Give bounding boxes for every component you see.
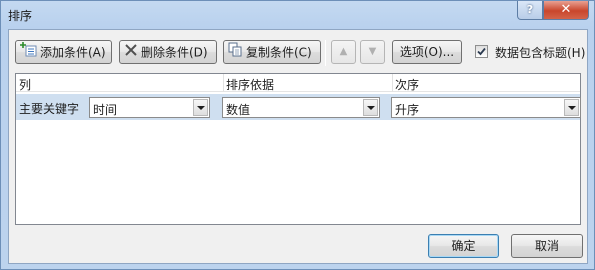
header-checkbox-label: 数据包含标题(H) — [495, 46, 586, 60]
sort-levels-grid: 列 排序依据 次序 主要关键字 时间 数值 升序 — [15, 73, 581, 225]
table-row[interactable]: 主要关键字 时间 数值 升序 — [16, 94, 581, 120]
checkmark-icon — [477, 47, 486, 56]
toolbar-separator — [325, 40, 326, 66]
sort-dialog: 排序 ? ✕ 添加条件(A) 删除条件(D) 复制条件(C) ▲ ▼ 选项(O)… — [0, 0, 595, 270]
copy-level-button[interactable]: 复制条件(C) — [223, 40, 321, 64]
column-header-sort-on: 排序依据 — [226, 78, 275, 92]
options-button[interactable]: 选项(O)... — [392, 40, 462, 64]
ok-button[interactable]: 确定 — [428, 234, 499, 258]
column-select-value: 时间 — [93, 103, 118, 117]
add-level-button[interactable]: 添加条件(A) — [15, 40, 112, 64]
sort-on-select-value: 数值 — [226, 103, 251, 117]
cancel-button[interactable]: 取消 — [511, 234, 583, 258]
chevron-down-icon[interactable] — [193, 99, 208, 116]
move-down-button[interactable]: ▼ — [360, 40, 385, 64]
close-button[interactable]: ✕ — [543, 1, 589, 20]
delete-icon — [124, 42, 138, 64]
header-checkbox[interactable] — [475, 45, 488, 58]
order-select[interactable]: 升序 — [391, 97, 581, 118]
dialog-body: 添加条件(A) 删除条件(D) 复制条件(C) ▲ ▼ 选项(O)... 数据包… — [8, 29, 588, 264]
add-level-icon — [20, 41, 37, 64]
column-header-column: 列 — [19, 78, 32, 92]
copy-level-label: 复制条件(C) — [246, 45, 312, 60]
column-divider — [223, 74, 224, 92]
help-button[interactable]: ? — [517, 1, 543, 20]
delete-level-button[interactable]: 删除条件(D) — [119, 40, 217, 64]
chevron-down-icon[interactable] — [363, 99, 378, 116]
move-up-button[interactable]: ▲ — [331, 40, 356, 64]
dialog-title: 排序 — [8, 9, 33, 23]
column-select[interactable]: 时间 — [89, 97, 210, 118]
sort-on-select[interactable]: 数值 — [222, 97, 380, 118]
sort-key-label: 主要关键字 — [19, 102, 80, 116]
delete-level-label: 删除条件(D) — [141, 45, 208, 60]
chevron-down-icon[interactable] — [564, 99, 579, 116]
add-level-label: 添加条件(A) — [40, 45, 106, 60]
grid-header: 列 排序依据 次序 — [16, 74, 580, 92]
title-bar[interactable]: 排序 ? ✕ — [1, 1, 594, 29]
column-header-order: 次序 — [395, 78, 420, 92]
column-divider — [392, 74, 393, 92]
order-select-value: 升序 — [395, 103, 420, 117]
copy-icon — [228, 42, 243, 64]
